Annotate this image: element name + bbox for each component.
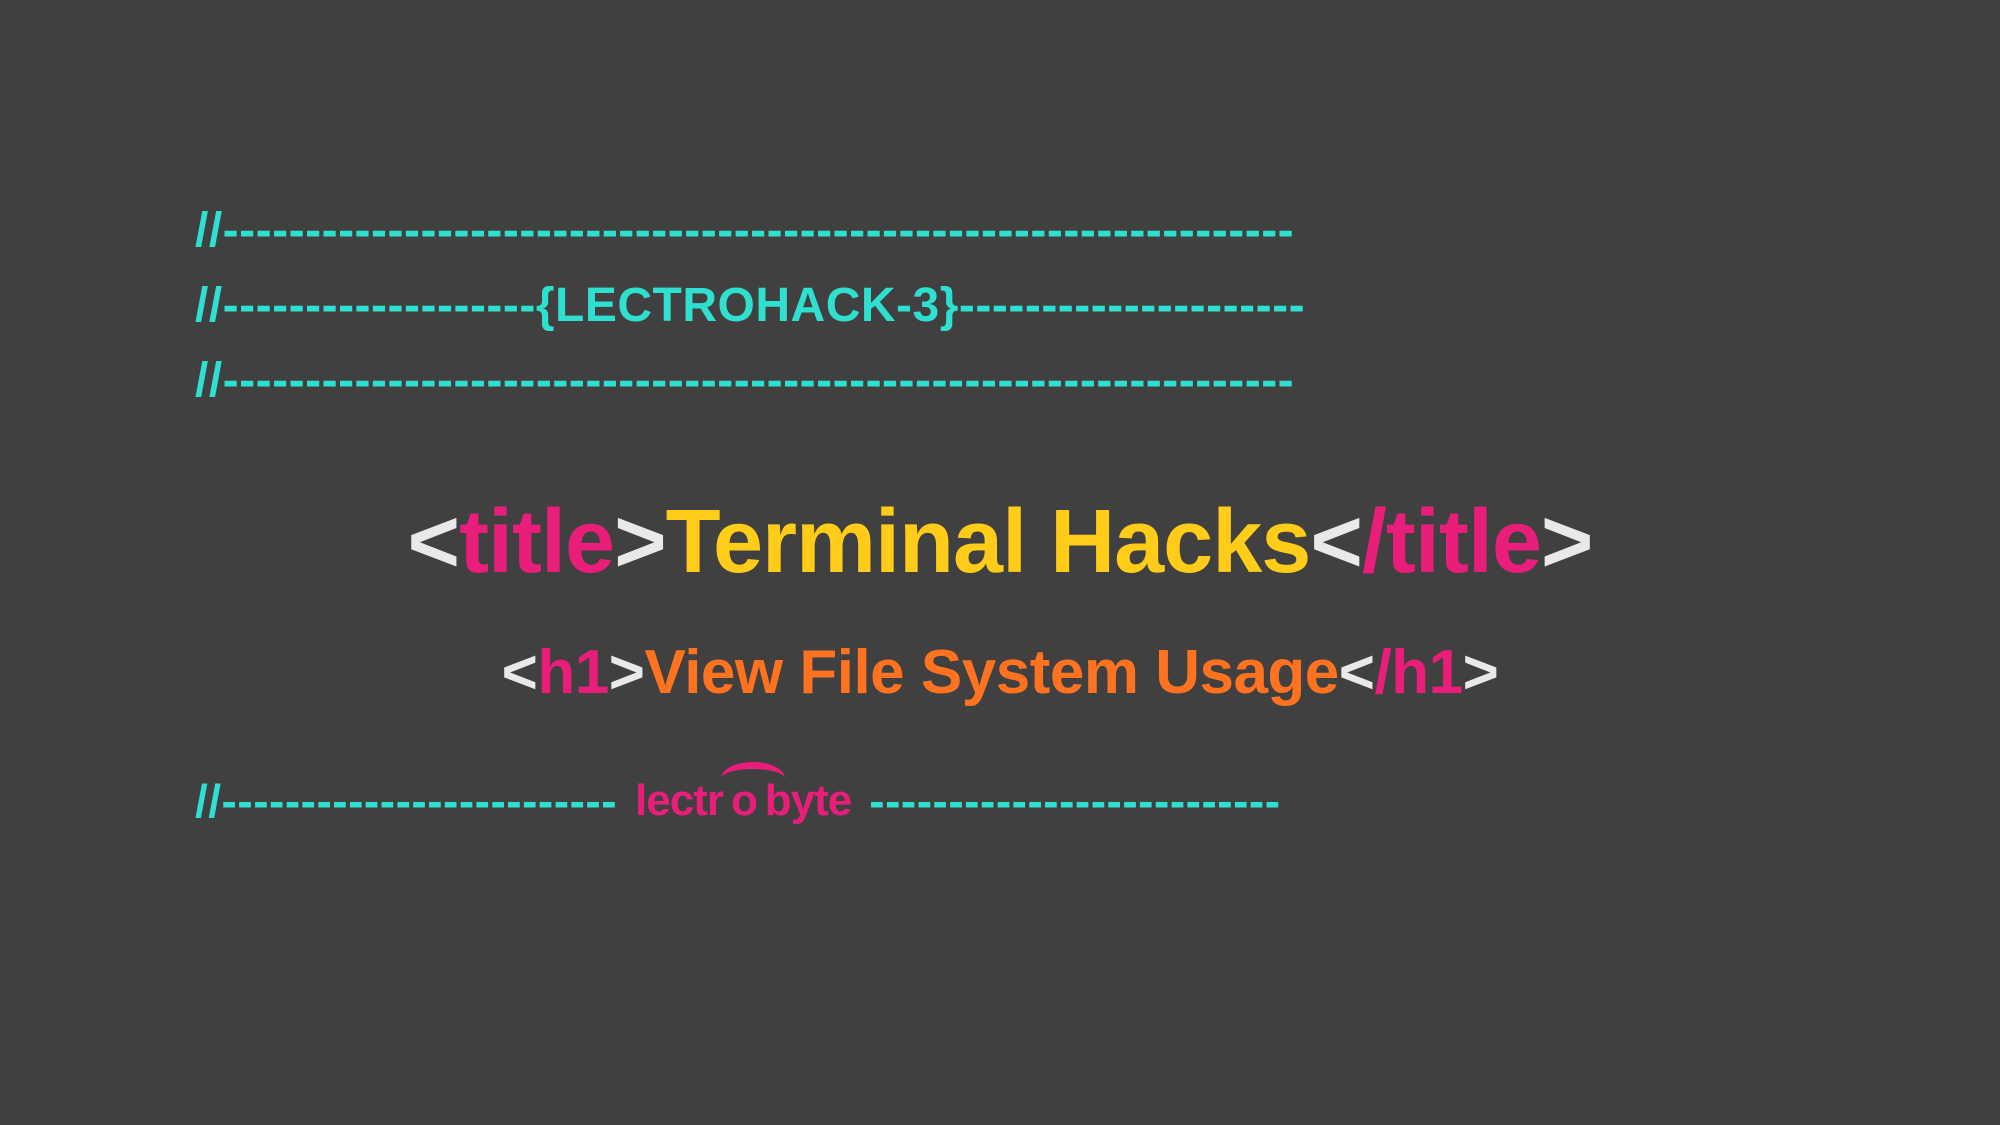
footer-tail-dashes: -------------------------- [869,774,1280,828]
title-tag-close: title [1386,492,1541,592]
logo-swoosh-o: o [723,776,765,826]
h1-gt-1: > [609,638,645,707]
title-tag-open: title [459,492,614,592]
lectrobyte-logo: lectrobyte [617,776,869,826]
comment-title-pre: //------------------- [195,279,536,332]
comment-rule-top: //--------------------------------------… [195,205,1805,258]
h1-text: View File System Usage [644,638,1338,707]
h1-tag-open: h1 [537,638,608,707]
h1-tag-close: h1 [1391,638,1462,707]
comment-title-line: //-------------------{LECTROHACK-3}-----… [195,280,1805,333]
h1-angle-close: < [1339,638,1375,707]
comment-title-post: --------------------- [959,279,1305,332]
title-text: Terminal Hacks [666,492,1311,592]
slide-content: //--------------------------------------… [195,205,1805,828]
title-gt-2: > [1541,492,1593,592]
lectrohack-badge: {LECTROHACK-3} [536,279,959,332]
footer-lead-dashes: //------------------------- [195,774,617,828]
title-line: <title>Terminal Hacks</title> [195,497,1805,587]
slide: //--------------------------------------… [0,0,2000,1125]
subtitle-line: <h1>View File System Usage</h1> [195,642,1805,704]
logo-pre: lectr [635,776,723,826]
title-angle-open: < [408,492,460,592]
footer-line: //------------------------- lectrobyte -… [195,774,1805,828]
title-slash: / [1362,492,1386,592]
title-angle-close: < [1310,492,1362,592]
logo-post: byte [765,776,851,826]
title-gt-1: > [614,492,666,592]
h1-slash: / [1375,638,1392,707]
h1-angle-open: < [502,638,538,707]
h1-gt-2: > [1463,638,1499,707]
comment-rule-bottom: //--------------------------------------… [195,355,1805,408]
